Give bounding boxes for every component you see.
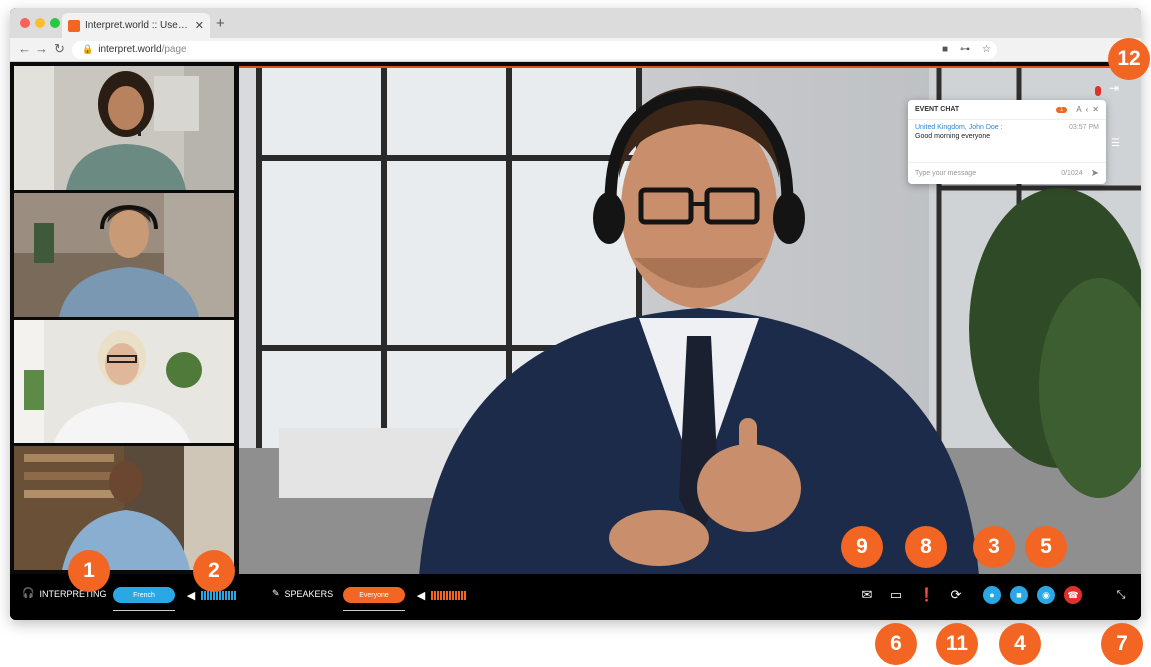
camera-icon[interactable]: ■: [1010, 586, 1028, 604]
chat-message: United Kingdom, John Doe : 03:57 PM Good…: [908, 120, 1106, 144]
lock-icon: 🔒: [82, 44, 94, 54]
participant-video-1[interactable]: [14, 66, 234, 190]
minimize-window-button[interactable]: [35, 18, 45, 28]
favicon-icon: [68, 19, 80, 32]
callout-4: 4: [999, 623, 1041, 665]
send-icon[interactable]: ➤: [1091, 168, 1099, 179]
phone-hangup-icon[interactable]: ☎: [1064, 586, 1082, 604]
char-counter: 0/1024: [1061, 170, 1083, 177]
participant-video-4[interactable]: [14, 446, 234, 570]
url-path: /page: [161, 44, 187, 55]
callout-6: 6: [875, 623, 917, 665]
callout-11: 11: [936, 623, 978, 665]
callout-8: 8: [905, 526, 947, 568]
forward-icon[interactable]: →: [35, 41, 48, 56]
microphone-button[interactable]: ●: [983, 586, 1001, 604]
new-tab-button[interactable]: +: [216, 15, 225, 32]
chevron-left-icon[interactable]: ‹: [1086, 105, 1089, 114]
tab-close-icon[interactable]: ✕: [195, 19, 204, 32]
interpreting-language-select[interactable]: French: [113, 587, 175, 603]
participant-video-2[interactable]: [14, 193, 234, 317]
chat-input[interactable]: Type your message 0/1024 ➤: [908, 162, 1106, 184]
exit-icon[interactable]: ⇥: [1109, 81, 1119, 95]
speakers-section: ✎ SPEAKERS: [272, 588, 333, 599]
participant-video-3[interactable]: [14, 320, 234, 443]
speakers-underline: [343, 610, 405, 611]
callout-2: 2: [193, 550, 235, 592]
url-field[interactable]: 🔒 interpret.world/page: [72, 41, 997, 59]
camera-permission-icon[interactable]: ■: [942, 44, 948, 55]
close-icon[interactable]: ✕: [1092, 105, 1099, 114]
conference-view: EVENT CHAT 1 A ‹ ✕ United Kingdom, John …: [10, 62, 1141, 620]
chat-message-text: Good morning everyone: [915, 133, 991, 140]
key-icon[interactable]: ⊶: [960, 44, 970, 55]
refresh-icon[interactable]: ⟳: [947, 586, 965, 604]
event-chat-panel: EVENT CHAT 1 A ‹ ✕ United Kingdom, John …: [908, 100, 1106, 184]
share-icon[interactable]: ◉: [1037, 586, 1055, 604]
address-bar: ← → ↻ 🔒 interpret.world/page ■ ⊶ ☆: [10, 38, 1141, 62]
layout-icon[interactable]: ☰: [1111, 138, 1120, 149]
alert-icon[interactable]: ❗: [918, 586, 936, 604]
close-window-button[interactable]: [20, 18, 30, 28]
speakers-select[interactable]: Everyone: [343, 587, 405, 603]
chat-title[interactable]: EVENT CHAT: [915, 106, 1056, 113]
speaker-icon[interactable]: ◀: [182, 586, 200, 604]
speakers-label: SPEAKERS: [284, 588, 334, 599]
reload-icon[interactable]: ↻: [54, 41, 65, 57]
address-bar-icons: ■ ⊶ ☆: [942, 44, 991, 55]
interpreting-underline: [113, 610, 175, 611]
envelope-icon[interactable]: ✉: [858, 586, 876, 604]
url-domain: interpret.world: [98, 44, 162, 55]
font-size-icon[interactable]: A: [1076, 105, 1081, 114]
bookmark-star-icon[interactable]: ☆: [982, 44, 991, 55]
browser-window: Interpret.world :: User Interfac ✕ + ← →…: [10, 8, 1141, 620]
microphone-small-icon: ✎: [272, 588, 280, 598]
unread-badge: 1: [1055, 106, 1068, 113]
chat-input-placeholder[interactable]: Type your message: [915, 170, 1061, 177]
back-icon[interactable]: ←: [18, 41, 31, 56]
chat-time: 03:57 PM: [1069, 124, 1099, 131]
callout-12: 12: [1108, 38, 1150, 80]
callout-3: 3: [973, 526, 1015, 568]
chat-sender: United Kingdom, John Doe :: [915, 124, 1003, 131]
interpreting-volume-meter[interactable]: [201, 591, 236, 600]
callout-7: 7: [1101, 623, 1143, 665]
callout-1: 1: [68, 550, 110, 592]
headphones-icon: 🎧: [22, 588, 35, 599]
browser-tab[interactable]: Interpret.world :: User Interfac ✕: [62, 13, 210, 38]
microphone-icon[interactable]: [1095, 86, 1101, 96]
tab-title: Interpret.world :: User Interfac: [85, 20, 191, 31]
callout-5: 5: [1025, 526, 1067, 568]
collapse-icon[interactable]: ⤡: [1112, 586, 1130, 604]
maximize-window-button[interactable]: [50, 18, 60, 28]
speakers-volume-icon[interactable]: ◀: [412, 586, 430, 604]
chat-header: EVENT CHAT 1 A ‹ ✕: [908, 100, 1106, 120]
callout-9: 9: [841, 526, 883, 568]
chat-icon[interactable]: ▭: [887, 586, 905, 604]
speakers-volume-meter[interactable]: [431, 591, 466, 600]
tab-bar: Interpret.world :: User Interfac ✕ +: [10, 8, 1141, 38]
control-bar: 🎧 INTERPRETING French ◀ ✎ SPEAKERS Every…: [10, 574, 1141, 620]
